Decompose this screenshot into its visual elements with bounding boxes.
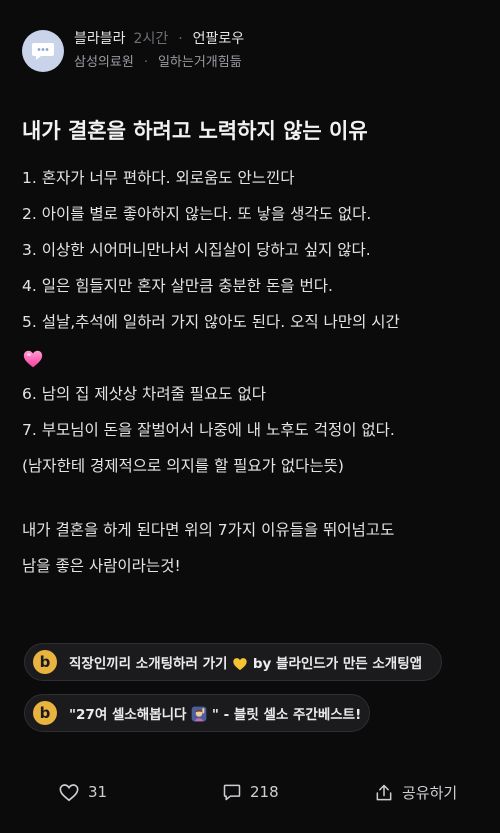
like-count: 31 (88, 783, 108, 801)
post-header: 블라블라 2시간 · 언팔로우 삼성의료원 · 일하는거개힘듦 (22, 28, 478, 74)
closing-line: 남을 좋은 사람이라는것! (22, 557, 181, 575)
share-button[interactable]: 공유하기 (374, 782, 457, 803)
body-line: 3. 이상한 시어머니만나서 시집살이 당하고 싶지 않다. (22, 241, 371, 259)
body-line: 4. 일은 힘들지만 혼자 살만큼 충분한 돈을 번다. (22, 277, 333, 295)
share-label: 공유하기 (402, 784, 458, 802)
person-raising-hand-icon (191, 706, 207, 722)
body-line: 5. 설날,추석에 일하러 가지 않아도 된다. 오직 나만의 시간 (22, 313, 400, 331)
post-body: 1. 혼자가 너무 편하다. 외로움도 안느낀다 2. 아이를 별로 좋아하지 … (22, 160, 484, 584)
closing-line: 내가 결혼을 하게 된다면 위의 7가지 이유들을 뛰어넘고도 (22, 521, 395, 539)
author-meta: 블라블라 2시간 · 언팔로우 (74, 30, 244, 48)
blind-b-icon: b (33, 650, 57, 674)
heart-outline-icon (59, 784, 79, 802)
post-actions: 31 218 공유하기 (0, 776, 500, 816)
separator-dot: · (143, 55, 148, 70)
company-name: 삼성의료원 (74, 55, 134, 70)
link-text-part: by 블라인드가 만든 소개팅앱 (252, 656, 423, 672)
comment-icon (223, 784, 241, 801)
link-text: 직장인끼리 소개팅하러 가기 by 블라인드가 만든 소개팅앱 (69, 652, 422, 672)
self-intro-link[interactable]: b "27여 셀소해봅니다 " - 블릿 셀소 주간베스트! (24, 694, 370, 732)
author-name[interactable]: 블라블라 (74, 31, 126, 47)
heart-emoji-line (22, 340, 484, 376)
body-line: (남자한테 경제적으로 의지를 할 필요가 없다는뜻) (22, 457, 344, 475)
comment-count: 218 (250, 783, 279, 801)
author-company-line: 삼성의료원 · 일하는거개힘듦 (74, 54, 242, 71)
like-button[interactable]: 31 (58, 782, 107, 802)
board-name[interactable]: 일하는거개힘듦 (158, 55, 242, 70)
comment-button[interactable]: 218 (222, 782, 279, 802)
body-line: 7. 부모님이 돈을 잘벌어서 나중에 내 노후도 걱정이 없다. (22, 421, 395, 439)
blind-b-icon: b (33, 701, 57, 725)
body-line: 2. 아이를 별로 좋아하지 않는다. 또 낳을 생각도 없다. (22, 205, 372, 223)
body-line: 1. 혼자가 너무 편하다. 외로움도 안느낀다 (22, 169, 295, 187)
blind-dating-link[interactable]: b 직장인끼리 소개팅하러 가기 by 블라인드가 만든 소개팅앱 (24, 643, 442, 681)
pink-heart-icon (23, 350, 43, 367)
chat-bubble-icon (32, 43, 54, 60)
post-title: 내가 결혼을 하려고 노력하지 않는 이유 (22, 119, 368, 143)
link-text: "27여 셀소해봅니다 " - 블릿 셀소 주간베스트! (69, 703, 361, 723)
link-text-part: 직장인끼리 소개팅하러 가기 (69, 656, 228, 672)
link-text-part: "27여 셀소해봅니다 (69, 707, 187, 723)
yellow-heart-icon (233, 658, 247, 671)
body-line: 6. 남의 집 제삿상 차려줄 필요도 없다 (22, 385, 266, 403)
link-text-part: " - 블릿 셀소 주간베스트! (211, 707, 362, 723)
author-avatar[interactable] (22, 30, 64, 72)
share-icon (376, 784, 392, 800)
post-time: 2시간 (133, 31, 169, 47)
separator-dot: · (178, 31, 183, 47)
unfollow-button[interactable]: 언팔로우 (193, 31, 245, 47)
